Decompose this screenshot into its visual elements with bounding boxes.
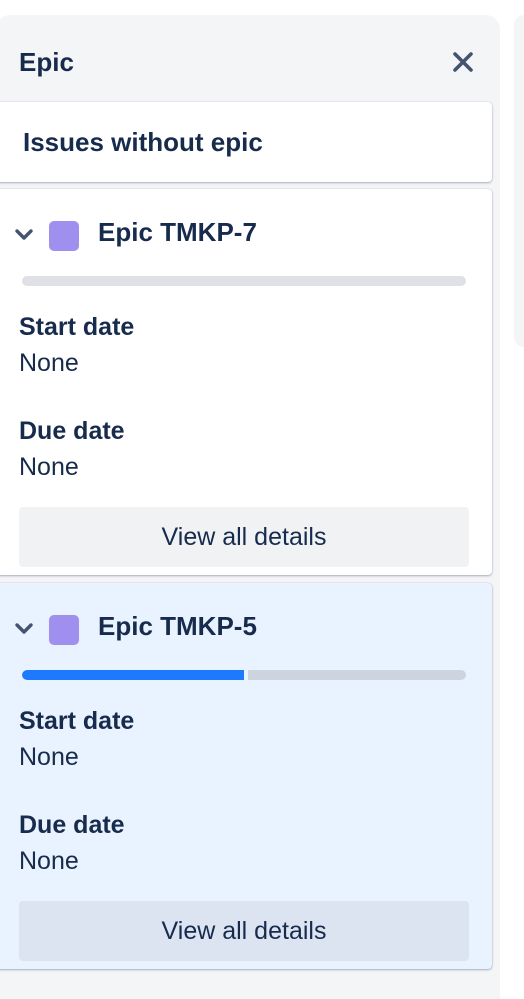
start-date-label: Start date bbox=[19, 313, 135, 341]
epic-progress-fill bbox=[22, 670, 244, 680]
epic-progress-divider bbox=[244, 670, 248, 680]
panel-header: Epic bbox=[0, 15, 500, 101]
epic-card[interactable]: Epic TMKP-7 Start date None Due date Non… bbox=[0, 189, 492, 575]
epic-card[interactable]: Epic TMKP-5 Start date None Due date Non… bbox=[0, 583, 492, 969]
due-date-value: None bbox=[19, 847, 79, 875]
adjacent-column bbox=[514, 15, 524, 347]
start-date-value: None bbox=[19, 349, 79, 377]
close-icon bbox=[453, 52, 473, 72]
start-date-value: None bbox=[19, 743, 79, 771]
panel-title: Epic bbox=[19, 47, 74, 77]
chevron-down-icon[interactable] bbox=[14, 621, 34, 637]
epic-progress-bar bbox=[22, 670, 466, 680]
close-button[interactable] bbox=[448, 47, 478, 77]
due-date-label: Due date bbox=[19, 811, 125, 839]
issues-without-epic-label: Issues without epic bbox=[23, 127, 263, 157]
view-all-details-button[interactable]: View all details bbox=[19, 901, 469, 961]
epic-panel: Epic Issues without epic Epic TMKP-7 Sta… bbox=[0, 15, 500, 999]
view-all-details-button[interactable]: View all details bbox=[19, 507, 469, 567]
epic-progress-bar bbox=[22, 276, 466, 286]
epic-name: Epic TMKP-5 bbox=[98, 611, 257, 641]
due-date-label: Due date bbox=[19, 417, 125, 445]
start-date-label: Start date bbox=[19, 707, 135, 735]
issues-without-epic-card[interactable]: Issues without epic bbox=[0, 102, 492, 182]
due-date-value: None bbox=[19, 453, 79, 481]
epic-color-swatch bbox=[49, 221, 79, 251]
epic-color-swatch bbox=[49, 615, 79, 645]
epic-name: Epic TMKP-7 bbox=[98, 217, 257, 247]
chevron-down-icon[interactable] bbox=[14, 227, 34, 243]
